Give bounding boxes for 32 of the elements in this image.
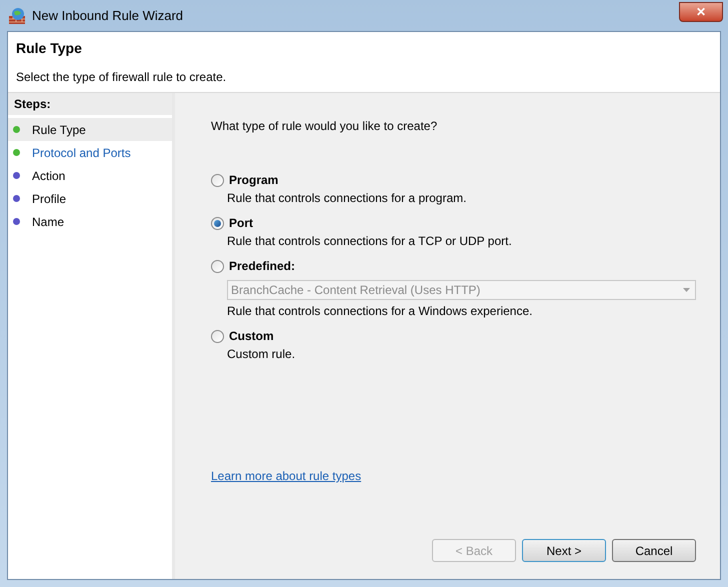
step-item[interactable]: Action — [8, 164, 172, 187]
learn-more-link[interactable]: Learn more about rule types — [211, 467, 362, 485]
caret-icon — [683, 288, 690, 292]
radio-button[interactable] — [211, 260, 224, 272]
step-label: Action — [32, 168, 66, 184]
window-title: New Inbound Rule Wizard — [32, 6, 184, 25]
step-link[interactable]: Protocol and Ports — [32, 144, 131, 162]
option-description: Rule that controls connections for a program. — [227, 190, 468, 207]
question-text: What type of rule would you like to create? — [211, 118, 438, 135]
radio-button[interactable] — [211, 330, 224, 342]
page-title: Rule Type — [16, 39, 83, 58]
option-label: Predefined: — [229, 258, 296, 275]
step-item[interactable]: Protocol and Ports — [8, 141, 172, 164]
option-description: Custom rule. — [227, 346, 296, 363]
option-description: Rule that controls connections for a TCP or UDP port. — [227, 233, 513, 250]
steps-heading: Steps: — [8, 93, 172, 115]
radio-button[interactable] — [211, 216, 224, 230]
step-label: Name — [32, 214, 64, 230]
option-label: Program — [229, 172, 278, 189]
step-item[interactable]: Name — [8, 210, 172, 233]
firewall-icon — [8, 6, 26, 24]
radio-button[interactable] — [211, 174, 224, 186]
step-item[interactable]: Profile — [8, 187, 172, 210]
option-label: Custom — [229, 328, 274, 345]
wizard-button[interactable]: Next > — [522, 539, 606, 562]
page-subtitle: Select the type of firewall rule to create. — [16, 69, 228, 86]
step-label: Rule Type — [32, 122, 86, 138]
step-item[interactable]: Rule Type — [8, 118, 172, 141]
wizard-button[interactable]: Cancel — [612, 539, 696, 562]
step-label: Profile — [32, 190, 66, 208]
option-description: Rule that controls connections for a Windows experience. — [227, 303, 534, 320]
option-label: Port — [229, 215, 253, 232]
